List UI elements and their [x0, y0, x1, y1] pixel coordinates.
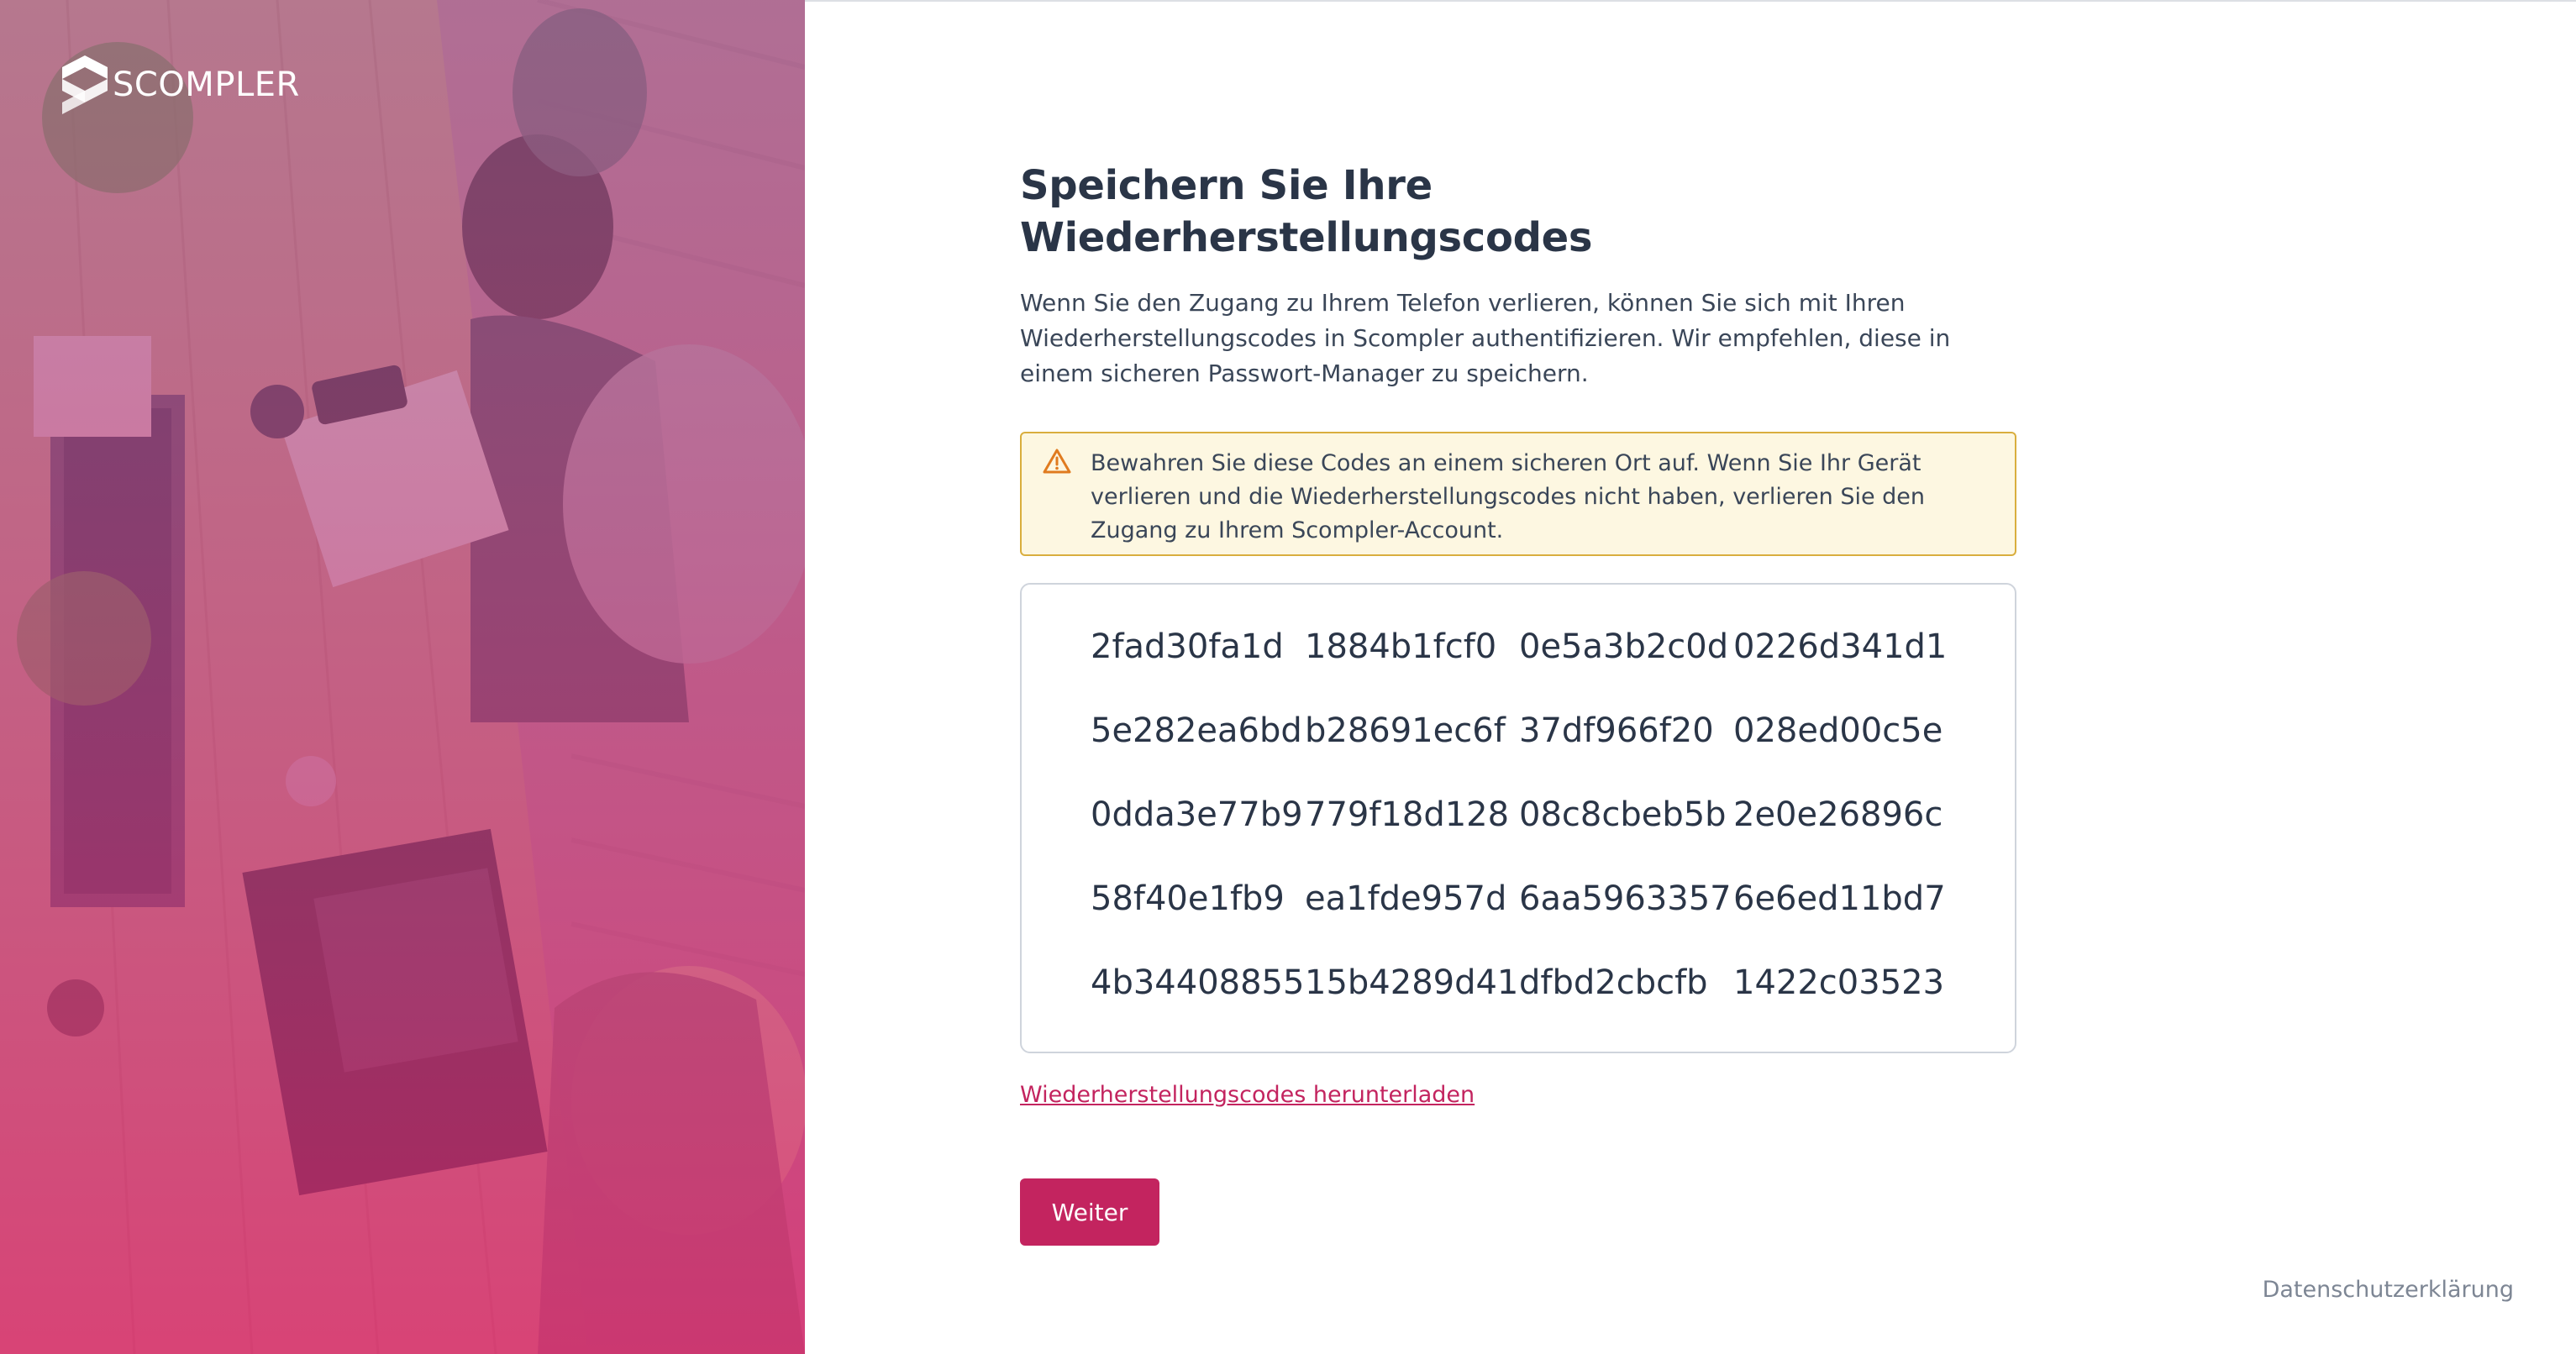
recovery-code: 6aa5963357: [1519, 879, 1732, 918]
scompler-logo-icon: [62, 55, 108, 114]
brand-name: SCOMPLER: [113, 66, 300, 104]
warning-alert: Bewahren Sie diese Codes an einem sicher…: [1020, 432, 2016, 556]
recovery-code: 5e282ea6bd: [1091, 711, 1302, 750]
recovery-code: ea1fde957d: [1305, 879, 1507, 918]
office-photo: [0, 0, 805, 1354]
recovery-code: dfbd2cbcfb: [1519, 963, 1708, 1002]
recovery-codes-grid: 2fad30fa1d 1884b1fcf0 0e5a3b2c0d 0226d34…: [1091, 623, 2015, 1043]
recovery-code: b28691ec6f: [1305, 711, 1506, 750]
recovery-code: 0dda3e77b9: [1091, 795, 1303, 834]
recovery-code: 08c8cbeb5b: [1519, 795, 1727, 834]
recovery-code: 1884b1fcf0: [1305, 627, 1497, 666]
recovery-code: 15b4289d41: [1305, 963, 1519, 1002]
recovery-code: 779f18d128: [1305, 795, 1510, 834]
download-codes-link[interactable]: Wiederherstellungscodes herunterladen: [1020, 1082, 1475, 1108]
recovery-code: 58f40e1fb9: [1091, 879, 1285, 918]
hero-image-panel: SCOMPLER: [0, 0, 805, 1354]
warning-icon: [1043, 449, 1071, 474]
content: Speichern Sie Ihre Wiederherstellungscod…: [1020, 160, 2016, 1246]
recovery-code: 0e5a3b2c0d: [1519, 627, 1729, 666]
page-title: Speichern Sie Ihre Wiederherstellungscod…: [1020, 162, 1593, 261]
warning-alert-text: Bewahren Sie diese Codes an einem sicher…: [1091, 450, 1926, 543]
recovery-codes-box: 2fad30fa1d 1884b1fcf0 0e5a3b2c0d 0226d34…: [1020, 583, 2016, 1053]
brand-logo: SCOMPLER: [62, 55, 300, 114]
next-button[interactable]: Weiter: [1020, 1178, 1159, 1246]
intro-text: Wenn Sie den Zugang zu Ihrem Telefon ver…: [1020, 289, 1951, 387]
recovery-codes-panel: Speichern Sie Ihre Wiederherstellungscod…: [805, 0, 2576, 1354]
recovery-code: 37df966f20: [1519, 711, 1714, 750]
recovery-code: 4b34408855: [1091, 963, 1305, 1002]
recovery-code: 028ed00c5e: [1733, 711, 1943, 750]
recovery-code: 2fad30fa1d: [1091, 627, 1284, 666]
page: SCOMPLER Speichern Sie Ihre Wiederherste…: [0, 0, 2576, 1354]
privacy-policy-link[interactable]: Datenschutzerklärung: [2263, 1277, 2514, 1303]
recovery-code: 6e6ed11bd7: [1733, 879, 1946, 918]
recovery-code: 2e0e26896c: [1733, 795, 1943, 834]
recovery-code: 1422c03523: [1733, 963, 1945, 1002]
recovery-code: 0226d341d1: [1733, 627, 1948, 666]
